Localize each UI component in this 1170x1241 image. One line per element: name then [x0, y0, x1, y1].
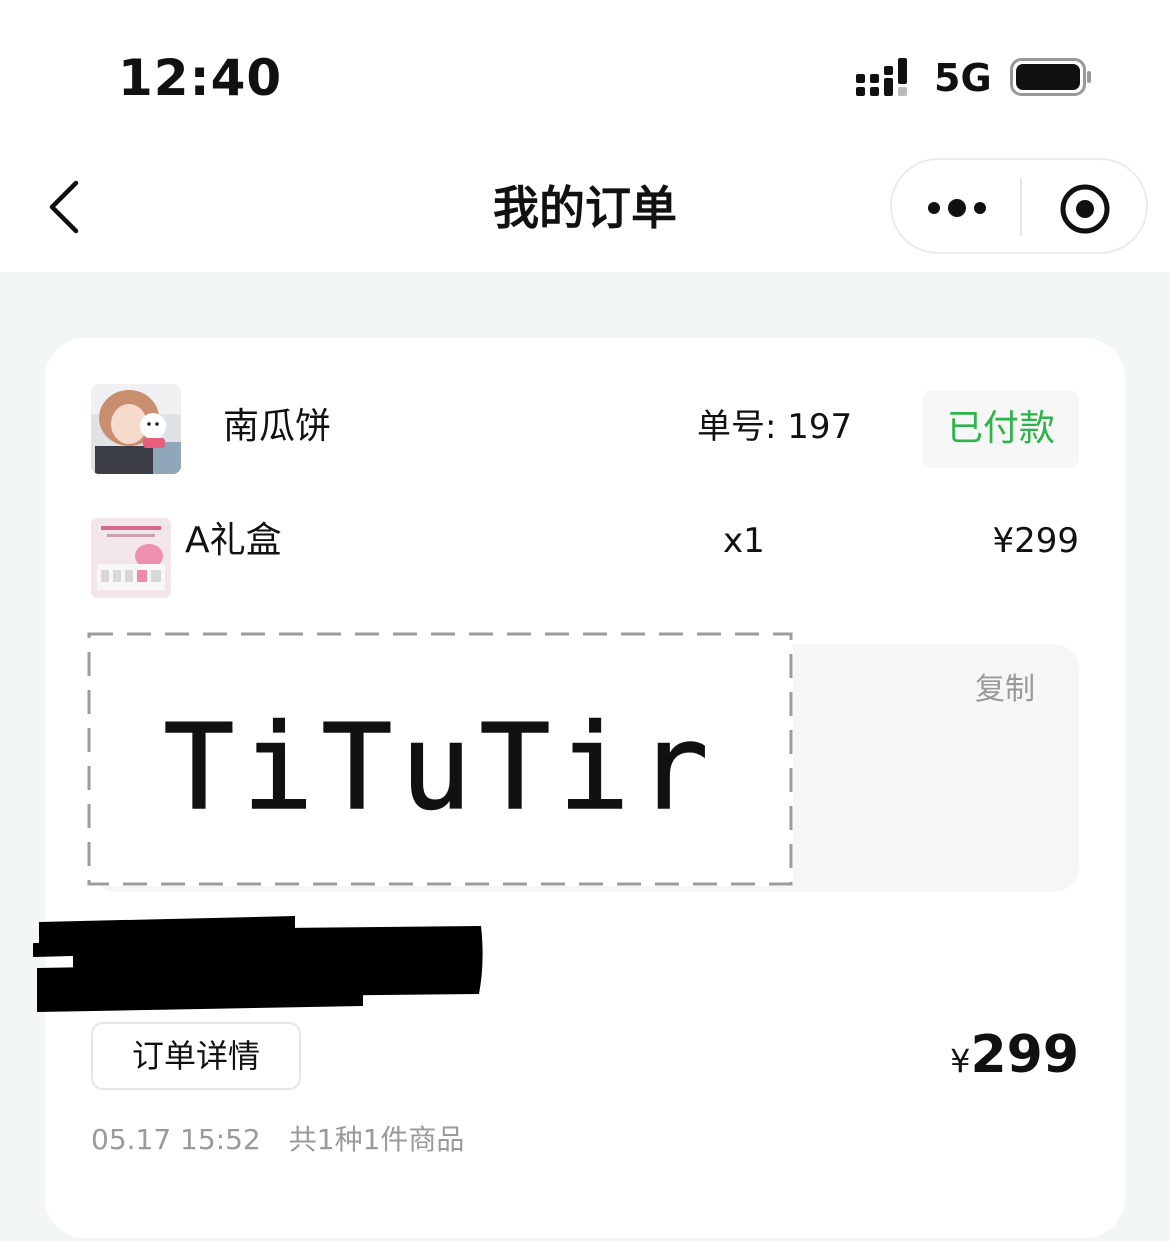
- total-amount: 299: [970, 1025, 1079, 1085]
- product-quantity: x1: [723, 521, 765, 561]
- redaction-scribble: [33, 916, 483, 1012]
- mini-program-capsule: [890, 158, 1148, 254]
- product-image: [91, 518, 171, 598]
- status-badge: 已付款: [923, 390, 1079, 468]
- capsule-divider: [1020, 178, 1022, 236]
- status-time: 12:40: [118, 49, 283, 107]
- signature: TiTuTir: [163, 697, 716, 837]
- order-meta: 05.17 15:52 共1种1件商品: [91, 1120, 464, 1160]
- order-total: ¥299: [950, 1024, 1079, 1098]
- battery-icon: [1010, 58, 1091, 96]
- order-number: 单号: 197: [697, 407, 853, 447]
- shop-avatar: [91, 384, 181, 474]
- shop-name: 南瓜饼: [223, 406, 332, 447]
- nav-bar: 我的订单: [0, 140, 1170, 272]
- order-time: 05.17 15:52: [91, 1123, 261, 1156]
- network-type: 5G: [934, 56, 992, 100]
- order-summary: 共1种1件商品: [288, 1123, 465, 1156]
- total-currency: ¥: [950, 1042, 971, 1080]
- order-card: 南瓜饼 单号: 197 已付款 A礼盒 x1 ¥299 复制 TiTuTir 订…: [33, 338, 1125, 1238]
- signal-icon: [856, 58, 907, 96]
- product-price: ¥299: [992, 521, 1079, 561]
- more-icon[interactable]: [920, 188, 994, 228]
- signature-text: TiTuTir: [163, 698, 716, 836]
- copy-button[interactable]: 复制: [975, 670, 1035, 710]
- status-bar: 12:40 5G: [0, 0, 1170, 140]
- target-icon[interactable]: [1058, 182, 1112, 236]
- product-name: A礼盒: [185, 520, 282, 561]
- order-detail-button[interactable]: 订单详情: [91, 1022, 301, 1090]
- signature-area: TiTuTir: [87, 632, 793, 886]
